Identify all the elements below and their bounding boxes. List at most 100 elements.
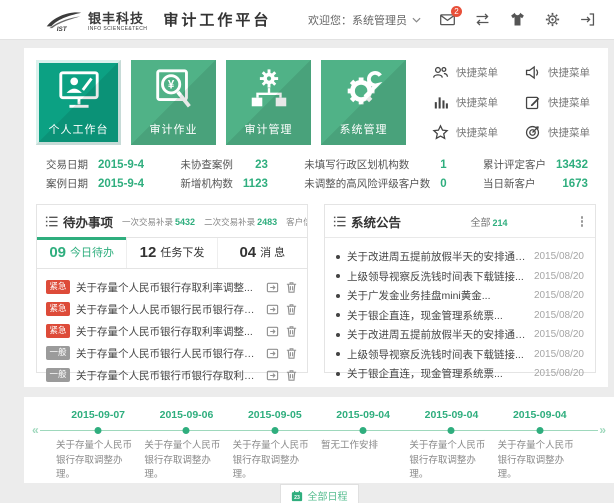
- announcement-date: 2015/08/20: [534, 310, 584, 321]
- timeline-event[interactable]: 2015-09-07 关于存量个人民币银行存取调整办理。: [54, 409, 142, 483]
- timeline-next-icon[interactable]: »: [599, 423, 606, 437]
- announcement-date: 2015/08/20: [534, 290, 584, 301]
- event-description: 关于存量个人民币银行存取调整办理。: [54, 439, 142, 483]
- event-date: 2015-09-07: [71, 409, 125, 421]
- tile-label: 审计管理: [226, 121, 311, 137]
- timeline-prev-icon[interactable]: «: [32, 423, 39, 437]
- quick-menu-target[interactable]: 快捷菜单: [524, 124, 590, 141]
- ist-swoosh-icon: IST: [44, 8, 84, 32]
- announcement-title[interactable]: 关于银企直连，现金管理系统票...: [347, 366, 527, 381]
- todo-tabs: 09今日待办 12任务下发 04消 息: [37, 237, 307, 269]
- bullet-icon: [336, 333, 340, 337]
- bullet-icon: [336, 313, 340, 317]
- tile-label: 个人工作台: [36, 121, 121, 137]
- forward-icon[interactable]: [266, 325, 279, 338]
- delete-icon[interactable]: [285, 347, 298, 360]
- page-title: 审计工作平台: [163, 9, 271, 30]
- company-logo: IST 银丰科技 INFO SCIENCE&TECH: [44, 8, 147, 32]
- event-description: 关于存量个人民币银行存取调整办理。: [407, 439, 495, 483]
- event-date: 2015-09-04: [336, 409, 390, 421]
- delete-icon[interactable]: [285, 281, 298, 294]
- swap-icon[interactable]: [474, 11, 491, 28]
- event-description: 暂无工作安排: [319, 439, 407, 454]
- settings-icon[interactable]: [544, 11, 561, 28]
- forward-icon[interactable]: [266, 303, 279, 316]
- event-description: 关于存量个人民币银行存取调整办理。: [496, 439, 584, 483]
- announcement-title[interactable]: 关于改进周五提前放假半天的安排通知...: [347, 327, 527, 342]
- delete-icon[interactable]: [285, 369, 298, 382]
- urgency-badge: 一般: [46, 346, 70, 359]
- quick-menu-announce[interactable]: 快捷菜单: [524, 64, 590, 81]
- announcement-title[interactable]: 关于改进周五提前放假半天的安排通知...: [347, 249, 527, 264]
- tile-audit-operation[interactable]: ¥ 审计作业: [131, 60, 216, 145]
- timeline-dot: [183, 427, 190, 434]
- speaker-icon: [524, 64, 541, 81]
- edit-icon: [524, 94, 541, 111]
- list-icon: [333, 215, 346, 228]
- delete-icon[interactable]: [285, 303, 298, 316]
- announcement-title[interactable]: 上级领导视察反洗钱时间表下载链接...: [347, 347, 527, 362]
- more-options-icon[interactable]: [577, 215, 587, 229]
- announcement-panel-title: 系统公告: [351, 212, 401, 231]
- timeline-event[interactable]: 2015-09-04 关于存量个人民币银行存取调整办理。: [407, 409, 495, 483]
- todo-item-title[interactable]: 关于存量个人民币银行存取利率调整...: [76, 280, 260, 295]
- brand-name: 银丰科技: [88, 12, 147, 25]
- tile-audit-management[interactable]: 审计管理: [226, 60, 311, 145]
- message-icon[interactable]: 2: [439, 11, 456, 28]
- tile-personal-workbench[interactable]: 个人工作台: [36, 60, 121, 145]
- delete-icon[interactable]: [285, 325, 298, 338]
- tab-messages[interactable]: 04消 息: [218, 238, 307, 268]
- star-icon: [432, 124, 449, 141]
- theme-icon[interactable]: [509, 11, 526, 28]
- timeline-dot: [448, 427, 455, 434]
- forward-icon[interactable]: [266, 347, 279, 360]
- timeline-event[interactable]: 2015-09-05 关于存量个人民币银行存取调整办理。: [231, 409, 319, 483]
- stat-first-supplement: 一次交易补录5432: [122, 216, 195, 228]
- tab-today-todo[interactable]: 09今日待办: [37, 238, 127, 268]
- todo-panel: 待办事项 一次交易补录5432 二次交易补录2483 客户信息补录86 09今日…: [36, 204, 308, 373]
- quick-menu-users[interactable]: 快捷菜单: [432, 64, 498, 81]
- quick-menu-favorites[interactable]: 快捷菜单: [432, 124, 498, 141]
- announcement-title[interactable]: 上级领导视察反洗钱时间表下载链接...: [347, 269, 527, 284]
- todo-item: 一般 关于存量个人民币银行币银行存取利率调整...: [46, 364, 298, 386]
- todo-item-title[interactable]: 关于存量个人民币银行人民币银行存取利率调整...: [76, 346, 260, 361]
- timeline-event[interactable]: 2015-09-04 关于存量个人民币银行存取调整办理。: [496, 409, 584, 483]
- announcement-title[interactable]: 关于银企直连，现金管理系统票...: [347, 308, 527, 323]
- todo-item-title[interactable]: 关于存量个人民币银行存取利率调整...: [76, 324, 260, 339]
- announcement-item: 关于广发金业务挂盘mini黄金... 2015/08/20: [336, 286, 584, 306]
- forward-icon[interactable]: [266, 281, 279, 294]
- todo-item: 紧急 关于存量个人人民币银行民币银行存取利率调整...: [46, 298, 298, 320]
- chevron-down-icon: [412, 17, 421, 23]
- tile-system-management[interactable]: 系统管理: [321, 60, 406, 145]
- announcement-title[interactable]: 关于广发金业务挂盘mini黄金...: [347, 288, 527, 303]
- stat-case-date: 案例日期2015-9-4: [46, 177, 144, 191]
- quick-menu-label: 快捷菜单: [456, 125, 498, 140]
- forward-icon[interactable]: [266, 369, 279, 382]
- logout-icon[interactable]: [579, 11, 596, 28]
- todo-item: 紧急 关于存量个人民币银行存取利率调整...: [46, 320, 298, 342]
- svg-text:IST: IST: [57, 25, 68, 31]
- message-count-badge: 2: [451, 6, 462, 17]
- announcement-date: 2015/08/20: [534, 329, 584, 340]
- tile-label: 系统管理: [321, 121, 406, 137]
- stat-new-institutions: 新增机构数1123: [180, 177, 267, 191]
- tab-task-dispatch[interactable]: 12任务下发: [127, 238, 217, 268]
- all-schedule-label: 全部日程: [308, 488, 348, 503]
- bullet-icon: [336, 255, 340, 259]
- announcement-date: 2015/08/20: [534, 349, 584, 360]
- view-all-link[interactable]: 全部214: [470, 214, 507, 229]
- timeline-event[interactable]: 2015-09-06 关于存量个人民币银行存取调整办理。: [142, 409, 230, 483]
- user-menu[interactable]: 欢迎您：系统管理员: [308, 12, 421, 28]
- stat-customer-supplement: 客户信息补录86: [286, 216, 307, 228]
- todo-item-title[interactable]: 关于存量个人民币银行币银行存取利率调整...: [76, 368, 260, 383]
- target-icon: [524, 124, 541, 141]
- stat-second-supplement: 二次交易补录2483: [204, 216, 277, 228]
- all-schedule-button[interactable]: 23 全部日程: [280, 484, 359, 503]
- urgency-badge: 紧急: [46, 280, 70, 293]
- event-date: 2015-09-04: [425, 409, 479, 421]
- gear-orgchart-icon: [246, 67, 292, 113]
- quick-menu-report[interactable]: 快捷菜单: [432, 94, 498, 111]
- todo-item-title[interactable]: 关于存量个人人民币银行民币银行存取利率调整...: [76, 302, 260, 317]
- quick-menu-edit[interactable]: 快捷菜单: [524, 94, 590, 111]
- timeline-event[interactable]: 2015-09-04 暂无工作安排: [319, 409, 407, 483]
